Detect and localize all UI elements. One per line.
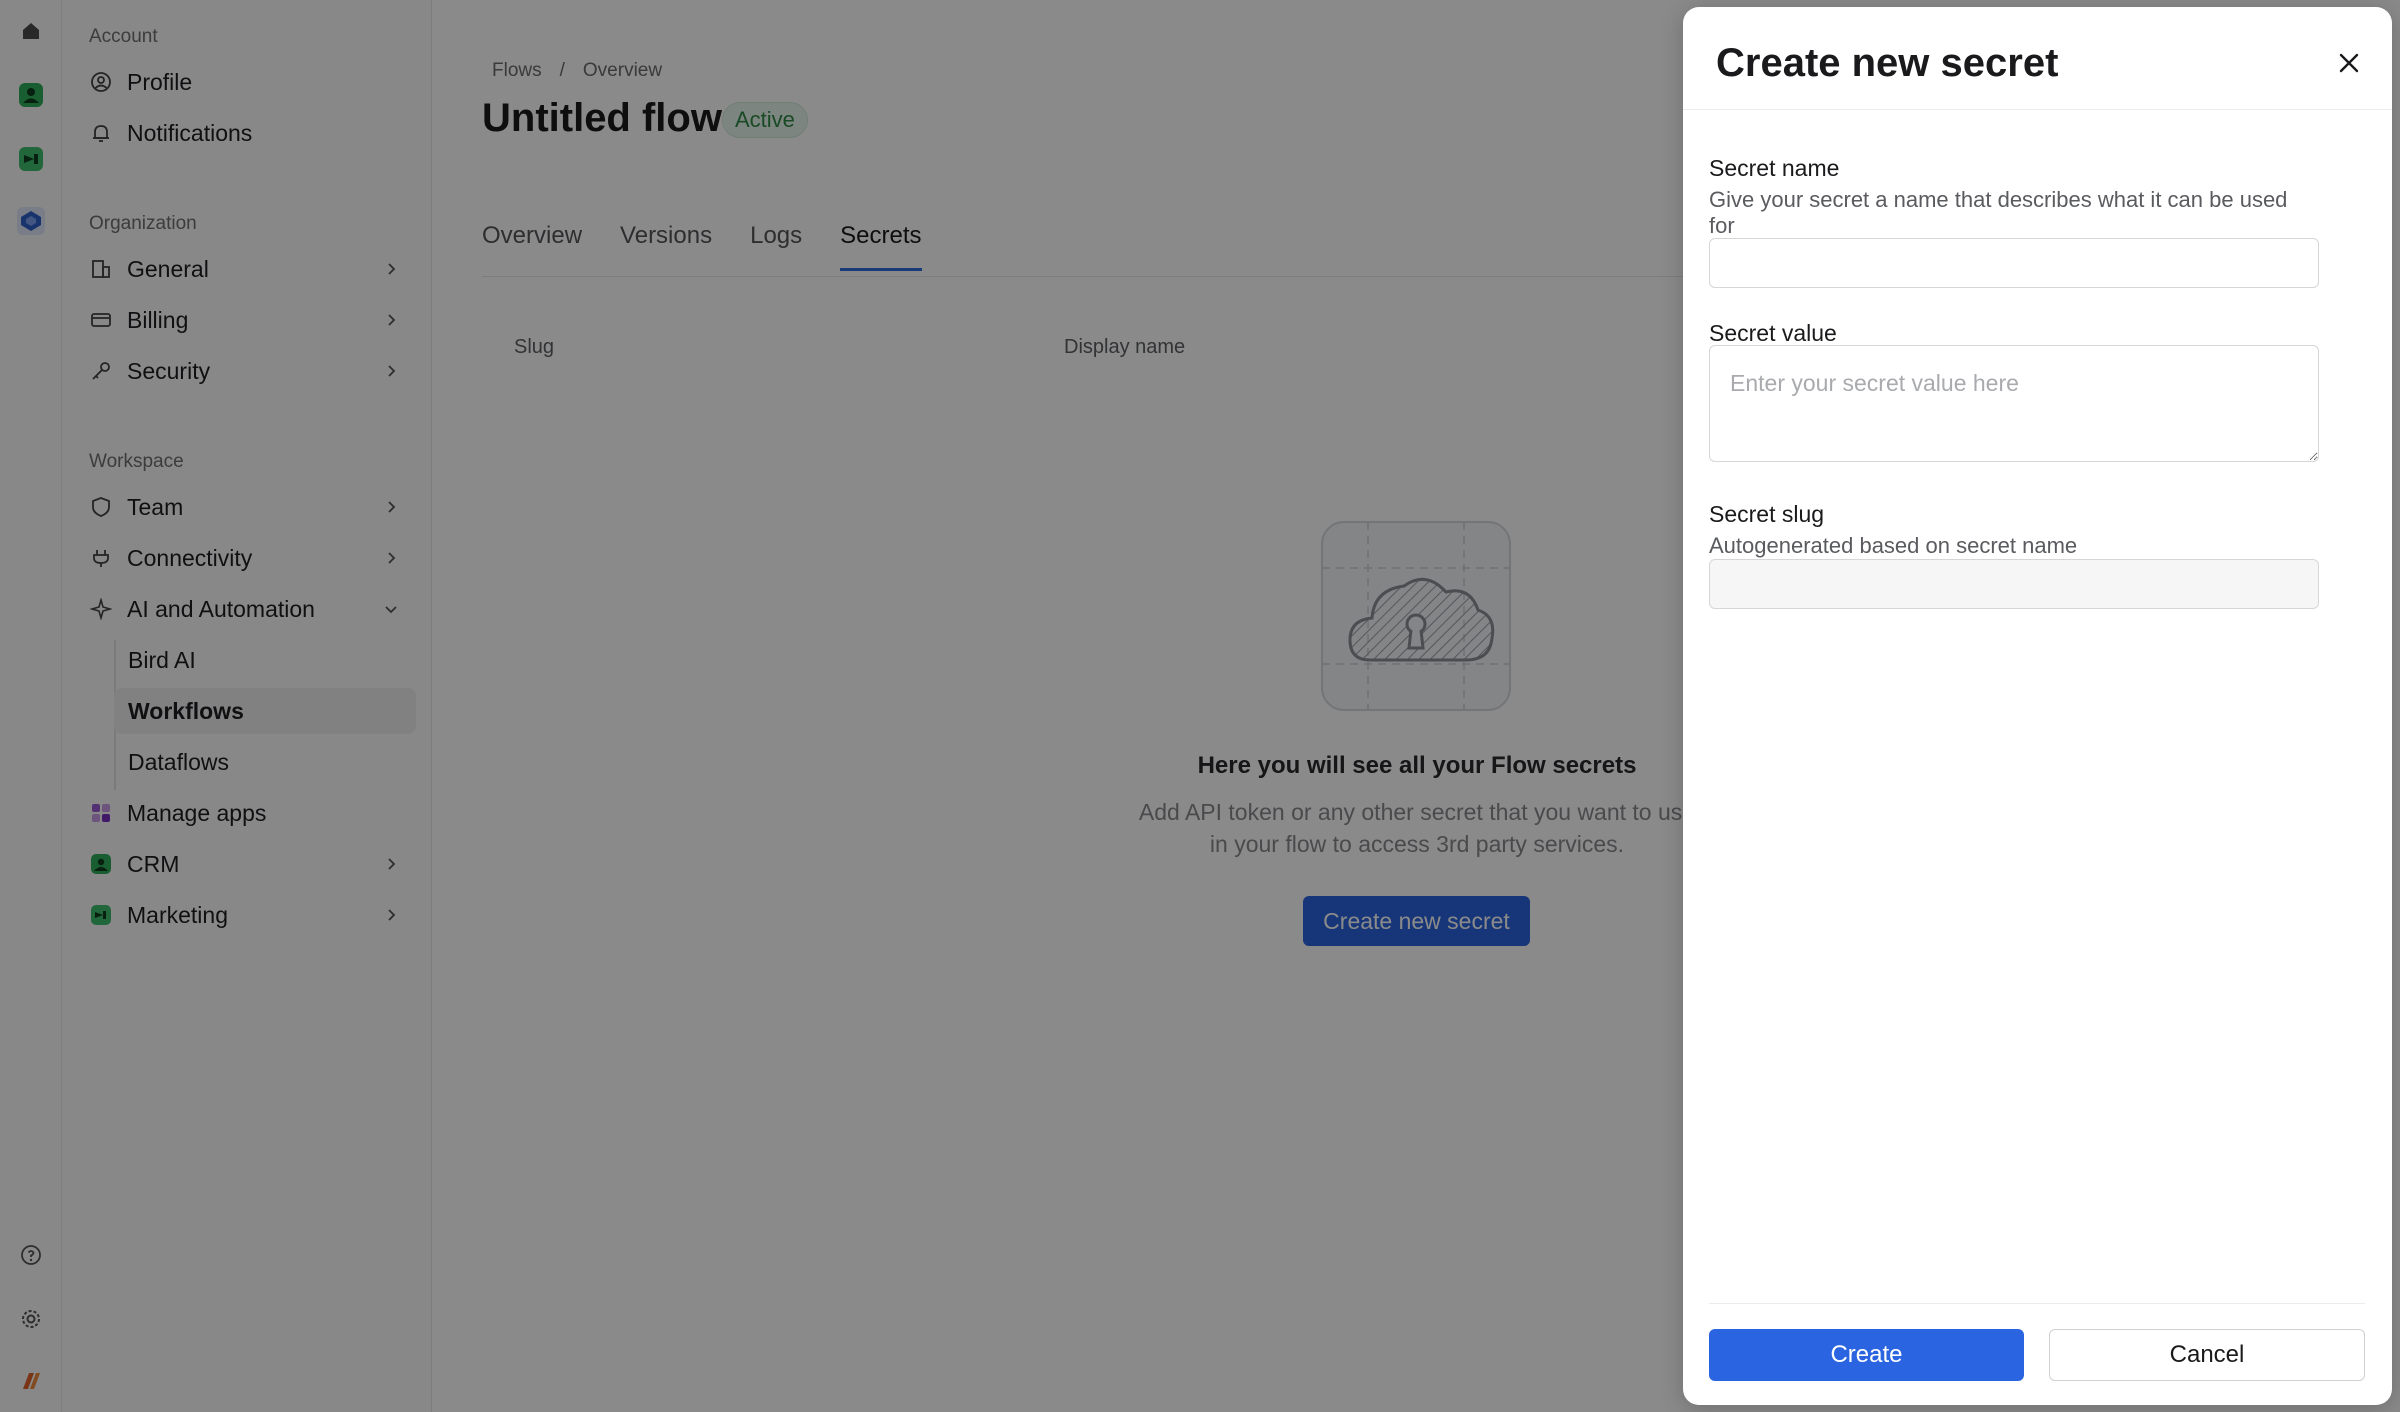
close-icon[interactable]	[2331, 45, 2367, 81]
secret-name-label: Secret name	[1709, 155, 1840, 181]
create-secret-drawer: Create new secret Secret name Give your …	[1683, 7, 2392, 1405]
secret-slug-help: Autogenerated based on secret name	[1709, 533, 2078, 558]
secret-value-textarea[interactable]	[1709, 345, 2319, 462]
secret-value-label: Secret value	[1709, 320, 1837, 346]
secret-slug-label: Secret slug	[1709, 501, 1825, 527]
cancel-button[interactable]: Cancel	[2049, 1329, 2365, 1381]
secret-slug-input	[1709, 559, 2319, 609]
drawer-footer-divider	[1709, 1303, 2365, 1304]
secret-name-input[interactable]	[1709, 238, 2319, 288]
drawer-title: Create new secret	[1716, 41, 2059, 85]
create-button[interactable]: Create	[1709, 1329, 2024, 1381]
secret-name-help: Give your secret a name that describes w…	[1709, 187, 2288, 238]
drawer-header-divider	[1683, 109, 2392, 110]
